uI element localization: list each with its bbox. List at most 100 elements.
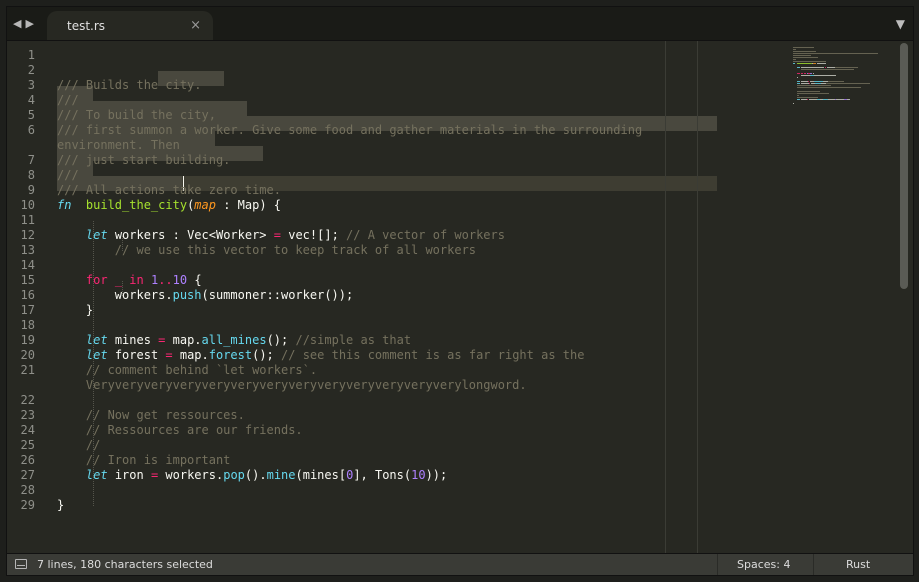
code-token: map bbox=[194, 198, 216, 212]
code-line: Veryveryveryveryveryveryveryveryveryvery… bbox=[57, 378, 527, 393]
panel-toggle-icon[interactable] bbox=[15, 559, 27, 569]
minimap-line bbox=[793, 63, 796, 64]
minimap-line bbox=[797, 85, 831, 86]
code-token: // comment behind `let workers`. bbox=[57, 363, 318, 377]
code-token: /// bbox=[57, 168, 79, 182]
line-number: 21 bbox=[20, 363, 35, 377]
minimap-line bbox=[825, 83, 870, 84]
line-number: 11 bbox=[20, 213, 35, 227]
left-arrow-icon[interactable]: ◀ bbox=[13, 17, 21, 31]
code-token: forest bbox=[208, 348, 253, 362]
wrap-ruler bbox=[697, 41, 698, 553]
code-token: // A vector of workers bbox=[346, 228, 505, 242]
minimap-line bbox=[827, 99, 835, 100]
minimap-line bbox=[797, 87, 862, 88]
code-token: // Now get ressources. bbox=[57, 408, 245, 422]
code-token: // bbox=[57, 438, 101, 452]
minimap-line bbox=[793, 55, 811, 56]
code-area[interactable]: /// Builds the city.////// To build the … bbox=[57, 41, 792, 553]
code-token: environment. Then bbox=[57, 138, 180, 152]
tab-test-rs[interactable]: test.rs × bbox=[47, 11, 213, 40]
right-arrow-icon[interactable]: ▶ bbox=[25, 17, 33, 31]
code-token: in bbox=[129, 273, 144, 287]
line-number: 24 bbox=[20, 423, 35, 437]
code-token: 10 bbox=[411, 468, 426, 482]
minimap-line bbox=[793, 59, 797, 60]
line-number: 7 bbox=[27, 153, 35, 167]
code-token: (); bbox=[252, 348, 282, 362]
tab-title: test.rs bbox=[67, 19, 106, 33]
minimap-line bbox=[797, 73, 801, 74]
code-token: /// Builds the city. bbox=[57, 78, 202, 92]
code-token: mines bbox=[107, 333, 159, 347]
code-token: for bbox=[85, 273, 108, 287]
code-line: let mines = map.all_mines(); //simple as… bbox=[57, 333, 411, 348]
code-line: fn build_the_city(map : Map) { bbox=[57, 198, 281, 213]
minimap-line bbox=[801, 69, 854, 70]
code-token: let bbox=[85, 348, 108, 362]
line-number: 8 bbox=[27, 168, 35, 182]
code-token: let bbox=[85, 468, 108, 482]
line-number: 15 bbox=[20, 273, 35, 287]
code-line: /// first summon a worker. Give some foo… bbox=[57, 123, 642, 138]
code-line: for _ in 1..10 { bbox=[57, 273, 202, 288]
code-token: mine bbox=[266, 468, 296, 482]
code-token: = bbox=[165, 348, 173, 362]
code-token: // see this comment is as far right as t… bbox=[281, 348, 585, 362]
minimap-line bbox=[814, 75, 837, 76]
code-token: } bbox=[57, 498, 65, 512]
line-number: 27 bbox=[20, 468, 35, 482]
code-token: // Ressources are our friends. bbox=[57, 423, 303, 437]
code-token: /// first summon a worker. Give some foo… bbox=[57, 123, 643, 137]
code-token: push bbox=[172, 288, 202, 302]
minimap[interactable] bbox=[793, 43, 885, 113]
minimap-line bbox=[801, 67, 825, 68]
code-token: (summoner::worker()); bbox=[201, 288, 354, 302]
code-token: forest bbox=[107, 348, 166, 362]
line-number: 22 bbox=[20, 393, 35, 407]
editor-window: ◀ ▶ test.rs × ▼ 1 2 3 4 5 6 7 8 9 10 11 12 13 14 15 16 1… bbox=[6, 6, 914, 576]
line-number: 18 bbox=[20, 318, 35, 332]
minimap-line bbox=[817, 63, 826, 64]
code-line: /// Builds the city. bbox=[57, 78, 202, 93]
line-number: 20 bbox=[20, 348, 35, 362]
code-token: = bbox=[273, 228, 281, 242]
line-number: 17 bbox=[20, 303, 35, 317]
code-token: //simple as that bbox=[295, 333, 412, 347]
code-line: /// bbox=[57, 93, 79, 108]
indentation-setting[interactable]: Spaces: 4 bbox=[737, 558, 790, 571]
tab-menu-chevron-down-icon[interactable]: ▼ bbox=[896, 17, 905, 31]
code-token: (mines[ bbox=[295, 468, 347, 482]
code-token: { bbox=[187, 273, 202, 287]
code-token: _ bbox=[107, 273, 130, 287]
code-line: /// All actions take zero time. bbox=[57, 183, 281, 198]
minimap-line bbox=[814, 81, 824, 82]
minimap-line bbox=[801, 83, 809, 84]
minimap-line bbox=[812, 73, 814, 74]
minimap-line bbox=[824, 67, 826, 68]
code-token: // Iron is important bbox=[57, 453, 231, 467]
code-line: // bbox=[57, 438, 100, 453]
code-line: } bbox=[57, 303, 93, 318]
code-token: /// just start building. bbox=[57, 153, 231, 167]
code-line: environment. Then bbox=[57, 138, 180, 153]
close-icon[interactable]: × bbox=[190, 18, 201, 33]
line-number: 23 bbox=[20, 408, 35, 422]
minimap-line bbox=[793, 61, 826, 62]
scrollbar-thumb[interactable] bbox=[900, 43, 908, 289]
code-token: iron bbox=[107, 468, 151, 482]
line-number: 16 bbox=[20, 288, 35, 302]
line-number: 6 bbox=[27, 123, 35, 137]
syntax-selector[interactable]: Rust bbox=[846, 558, 870, 571]
code-editor[interactable]: 1 2 3 4 5 6 7 8 9 10 11 12 13 14 15 16 17 18 19 20 21 22 23 24 2… bbox=[7, 41, 913, 553]
code-token: let bbox=[85, 333, 108, 347]
code-token: : Map) { bbox=[215, 198, 282, 212]
code-token: // we use this vector to keep track of a… bbox=[57, 243, 477, 257]
code-token: workers. bbox=[158, 468, 224, 482]
minimap-line bbox=[803, 73, 806, 74]
code-line: let forest = map.forest(); // see this c… bbox=[57, 348, 585, 363]
